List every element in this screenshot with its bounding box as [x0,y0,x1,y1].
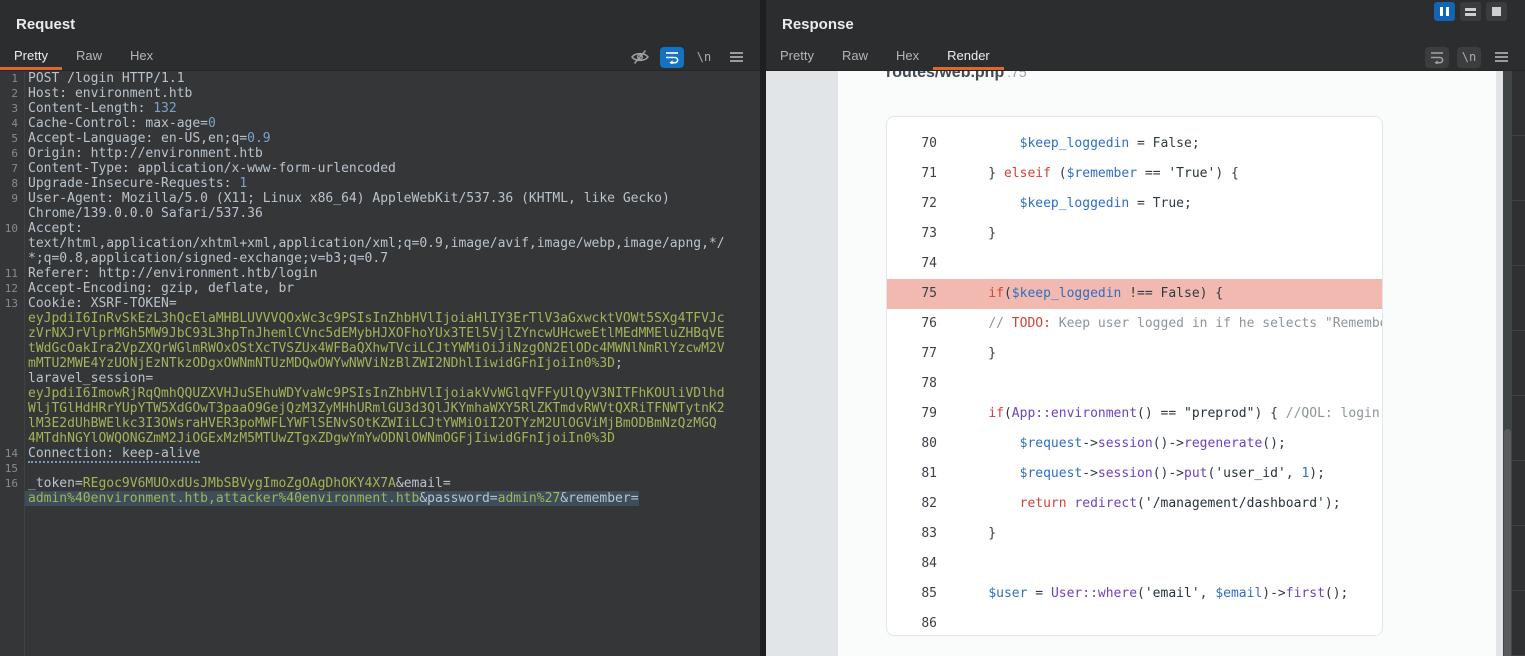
code-line: 70 $keep_loggedin = False; [887,129,1382,159]
code-line: 74 [887,249,1382,279]
request-line: 8Upgrade-Insecure-Requests: 1 [0,176,760,191]
tab-raw[interactable]: Raw [828,44,882,70]
request-line: 15 [0,461,760,476]
hide-nonprintable-icon[interactable] [628,47,652,68]
request-line: 3Content-Length: 132 [0,101,760,116]
wrap-lines-icon[interactable] [1425,47,1449,68]
response-panel: Response PrettyRawHexRender \n [766,0,1525,656]
request-line: tWdGcOakIra2VpZXQrWGlmRWOxOStXcTVSZUx4WF… [0,341,760,356]
request-line: 4Cache-Control: max-age=0 [0,116,760,131]
tab-raw[interactable]: Raw [62,44,116,70]
code-line: 72 $keep_loggedin = True; [887,189,1382,219]
single-pane-icon[interactable] [1486,2,1507,21]
request-line: 5Accept-Language: en-US,en;q=0.9 [0,131,760,146]
request-line: text/html,application/xhtml+xml,applicat… [0,236,760,251]
render-scrollbar[interactable] [1503,71,1512,656]
render-scrollbar-thumb[interactable] [1504,429,1511,656]
request-line: 12Accept-Encoding: gzip, deflate, br [0,281,760,296]
layout-controls [1434,2,1507,21]
newline-markers-label: \n [1462,50,1476,64]
tab-pretty[interactable]: Pretty [766,44,828,70]
request-line: 7Content-Type: application/x-www-form-ur… [0,161,760,176]
request-line: 2Host: environment.htb [0,86,760,101]
code-line: 79 if(App::environment() == "preprod") {… [887,399,1382,429]
tab-hex[interactable]: Hex [116,44,167,70]
code-line: 82 return redirect('/management/dashboar… [887,489,1382,519]
tab-hex[interactable]: Hex [882,44,933,70]
request-line: 6Origin: http://environment.htb [0,146,760,161]
error-file-path: routes/web.php [886,71,1004,81]
wrap-lines-icon[interactable] [660,47,684,68]
request-line: admin%40environment.htb,attacker%40envir… [0,491,760,506]
burp-message-editor-view: Request PrettyRawHex [0,0,1525,656]
code-line: 78 [887,369,1382,399]
request-line: mMTU2MWE4YzUONjEzNTkzODgxOWNmNTUzMDQwOWY… [0,356,760,371]
request-line: lM3E2dUhBWElkc3I3OWsraHVER3poMWFLYWFlSEN… [0,416,760,431]
request-line: eyJpdiI6InRvSkEzL3hQcElaMHBLUVVVQOxWc3c9… [0,311,760,326]
request-line: 1POST /login HTTP/1.1 [0,71,760,86]
editor-menu-icon[interactable] [724,47,748,68]
response-render-area[interactable]: routes/web.php:75 70 $keep_loggedin = Fa… [766,71,1525,656]
horizontal-split-icon[interactable] [1460,2,1481,21]
code-snippet-card: 70 $keep_loggedin = False;71 } elseif ($… [886,116,1383,636]
request-tab-bar: PrettyRawHex \n [0,44,760,71]
code-line: 81 $request->session()->put('user_id', 1… [887,459,1382,489]
newline-markers-icon[interactable]: \n [692,47,716,68]
request-line: 11Referer: http://environment.htb/login [0,266,760,281]
gutter-divider [24,71,25,656]
code-line: 86 [887,609,1382,636]
request-line: *;q=0.8,application/signed-exchange;v=b3… [0,251,760,266]
request-line: laravel_session= [0,371,760,386]
request-line: Chrome/139.0.0.0 Safari/537.36 [0,206,760,221]
code-line: 83 } [887,519,1382,549]
request-line: WljTGlHdHRrYUpYTW5XdGOwT3paaO9GejQzM3ZyM… [0,401,760,416]
newline-markers-icon[interactable]: \n [1457,47,1481,68]
error-file-line: :75 [1007,71,1026,80]
request-panel: Request PrettyRawHex [0,0,760,656]
code-line: 73 } [887,219,1382,249]
rendered-error-page: routes/web.php:75 70 $keep_loggedin = Fa… [838,71,1496,656]
editor-menu-icon[interactable] [1489,47,1513,68]
code-line: 85 $user = User::where('email', $email)-… [887,579,1382,609]
code-line: 84 [887,549,1382,579]
response-tab-bar: PrettyRawHexRender \n [766,44,1525,71]
request-line: eyJpdiI6ImowRjRqQmhQQUZXVHJuSEhuWDYvaWc9… [0,386,760,401]
code-line: 77 } [887,339,1382,369]
request-line: 14Connection: keep-alive [0,446,760,461]
code-line: 76 // TODO: Keep user logged in if he se… [887,309,1382,339]
request-panel-title: Request [16,16,75,33]
request-line: 10Accept: [0,221,760,236]
error-file-header: routes/web.php:75 [886,71,1027,82]
code-line: 80 $request->session()->regenerate(); [887,429,1382,459]
newline-markers-label: \n [697,50,711,64]
response-editor-toolbar: \n [1425,44,1525,70]
tab-pretty[interactable]: Pretty [0,44,62,70]
request-line: zVrNXJrVlprMGh5MW9JbC93L3hpTnJhemlCVnc5d… [0,326,760,341]
code-line-highlighted: 75 if($keep_loggedin !== False) { [887,279,1382,309]
request-line: 16_token=REgoc9V6MUOxdUsJMbSBVygImoZgOAg… [0,476,760,491]
request-line: 13Cookie: XSRF-TOKEN= [0,296,760,311]
request-editor[interactable]: 1POST /login HTTP/1.12Host: environment.… [0,71,760,656]
tab-render[interactable]: Render [933,44,1004,70]
editor-marker-strip [1512,71,1525,656]
request-editor-toolbar: \n [628,44,760,70]
response-panel-title: Response [782,16,854,33]
request-line: 9User-Agent: Mozilla/5.0 (X11; Linux x86… [0,191,760,206]
code-line: 71 } elseif ($remember == 'True') { [887,159,1382,189]
request-line: 4MTdhNGYlOWQONGZmM2JiOGExMzM5MTUwZTgxZDg… [0,431,760,446]
pause-icon[interactable] [1434,2,1455,21]
